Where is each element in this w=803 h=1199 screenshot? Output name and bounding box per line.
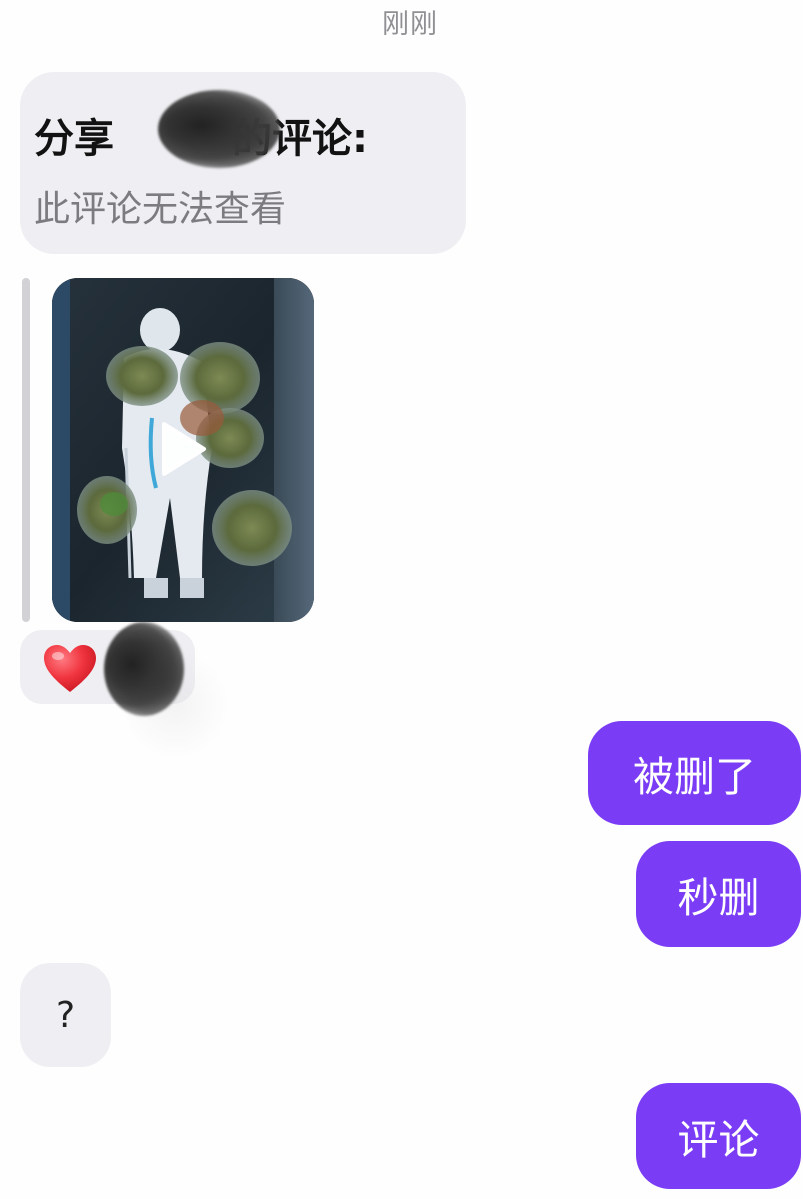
incoming-message-bubble[interactable]: ? [20,963,111,1067]
outgoing-message-bubble[interactable]: 秒删 [636,841,801,947]
outgoing-message-bubble[interactable]: 评论 [636,1083,801,1189]
message-timestamp: 刚刚 [382,9,438,40]
shared-comment-unavailable-text: 此评论无法查看 [34,189,287,230]
quote-indicator-bar [22,278,30,622]
redacted-username-scribble [158,90,280,168]
outgoing-message-bubble[interactable]: 被删了 [588,721,801,825]
play-icon[interactable] [150,418,212,480]
shared-comment-title-prefix: 分享 [34,116,114,162]
heart-icon [44,645,96,692]
redacted-reactor-avatar-scribble [104,622,184,716]
